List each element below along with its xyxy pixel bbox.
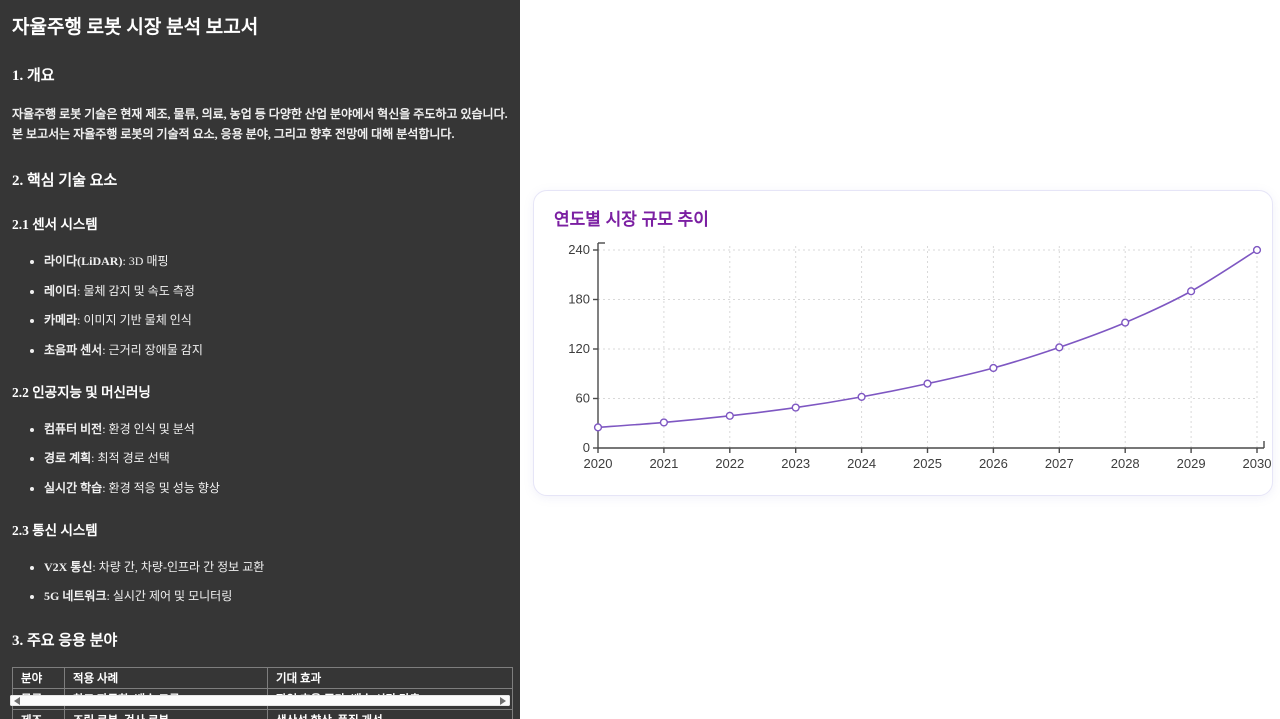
data-point-marker <box>791 403 800 412</box>
paragraph: 자율주행 로봇 기술은 현재 제조, 물류, 의료, 농업 등 다양한 산업 분… <box>12 105 508 144</box>
paragraph-line: 본 보고서는 자율주행 로봇의 기술적 요소, 응용 분야, 그리고 향후 전망… <box>12 126 455 141</box>
list-item: 5G 네트워크: 실시간 제어 및 모니터링 <box>44 587 508 604</box>
svg-text:2023: 2023 <box>781 456 810 471</box>
list-item: 실시간 학습: 환경 적응 및 성능 향상 <box>44 479 508 496</box>
svg-text:2022: 2022 <box>715 456 744 471</box>
list-item: 컴퓨터 비전: 환경 인식 및 분석 <box>44 420 508 437</box>
bullet-list: 컴퓨터 비전: 환경 인식 및 분석경로 계획: 최적 경로 선택실시간 학습:… <box>12 420 508 496</box>
paragraph-line: 자율주행 로봇 기술은 현재 제조, 물류, 의료, 농업 등 다양한 산업 분… <box>12 107 508 121</box>
data-point-marker <box>659 418 668 427</box>
table-row: 제조조립 로봇, 검사 로봇생산성 향상, 품질 개선 <box>12 709 513 719</box>
table-header-cell: 적용 사례 <box>64 667 268 689</box>
section-heading: 2. 핵심 기술 요소 <box>12 173 118 189</box>
list-item: 라이다(LiDAR): 3D 매핑 <box>44 252 508 269</box>
svg-text:0: 0 <box>583 440 590 455</box>
chart-card: 연도별 시장 규모 추이 0 60 120 180 240 2020 2021 2022 202… <box>533 190 1273 496</box>
table-cell: 생산성 향상, 품질 개선 <box>267 709 513 719</box>
svg-text:2025: 2025 <box>913 456 942 471</box>
right-arrow-icon <box>500 696 506 705</box>
svg-text:2024: 2024 <box>847 456 876 471</box>
svg-text:240: 240 <box>568 242 590 257</box>
section-heading: 2.1 센서 시스템 <box>12 217 98 232</box>
list-item: 경로 계획: 최적 경로 선택 <box>44 449 508 466</box>
svg-text:120: 120 <box>568 341 590 356</box>
data-point-marker <box>593 423 603 432</box>
list-item: 레이더: 물체 감지 및 속도 측정 <box>44 282 508 299</box>
report-title: 자율주행 로봇 시장 분석 보고서 <box>12 17 259 38</box>
svg-text:2020: 2020 <box>584 456 613 471</box>
section-heading: 3. 주요 응용 분야 <box>12 633 118 649</box>
bullet-list: 라이다(LiDAR): 3D 매핑레이더: 물체 감지 및 속도 측정카메라: … <box>12 252 508 358</box>
data-point-marker <box>923 379 932 388</box>
svg-text:180: 180 <box>568 292 590 307</box>
application-table: 분야적용 사례기대 효과물류창고 자동화, 배송 드론작업 효율 증가, 배송 … <box>12 667 513 719</box>
svg-text:60: 60 <box>576 391 590 406</box>
report-panel: 자율주행 로봇 시장 분석 보고서 1. 개요자율주행 로봇 기술은 현재 제조… <box>0 0 520 719</box>
scroll-left-button[interactable] <box>10 695 24 706</box>
svg-text:2029: 2029 <box>1177 456 1206 471</box>
svg-text:2027: 2027 <box>1045 456 1074 471</box>
list-item: 초음파 센서: 근거리 장애물 감지 <box>44 341 508 358</box>
data-point-marker <box>1055 343 1064 352</box>
data-point-marker <box>857 392 866 401</box>
table-cell: 제조 <box>12 709 65 719</box>
svg-text:2030: 2030 <box>1243 456 1272 471</box>
section-heading: 2.3 통신 시스템 <box>12 522 98 538</box>
left-arrow-icon <box>14 696 20 705</box>
list-item: 카메라: 이미지 기반 물체 인식 <box>44 311 508 328</box>
section-heading: 1. 개요 <box>12 68 55 84</box>
data-point-marker <box>725 411 734 420</box>
data-point-marker <box>1186 287 1196 296</box>
table-header-cell: 분야 <box>12 667 65 689</box>
list-item: V2X 통신: 차량 간, 차량-인프라 간 정보 교환 <box>44 558 508 575</box>
chart-panel: 연도별 시장 규모 추이 0 60 120 180 240 2020 2021 2022 202… <box>520 0 1280 719</box>
data-point-marker <box>1121 318 1130 327</box>
horizontal-scrollbar[interactable] <box>10 695 510 706</box>
svg-text:2021: 2021 <box>649 456 678 471</box>
data-point-marker <box>989 363 998 373</box>
section-heading: 2.2 인공지능 및 머신러닝 <box>12 384 151 400</box>
chart-title: 연도별 시장 규모 추이 <box>554 210 709 229</box>
table-header-row: 분야 적용 사례 기대 효과 <box>12 667 513 689</box>
table-header-cell: 기대 효과 <box>267 667 513 689</box>
report-body: 1. 개요자율주행 로봇 기술은 현재 제조, 물류, 의료, 농업 등 다양한… <box>12 64 513 719</box>
market-size-line-chart: 0 60 120 180 240 2020 2021 2022 2023 2024 2025 2026… <box>568 242 1272 471</box>
data-point-marker <box>1252 245 1262 255</box>
scroll-right-button[interactable] <box>496 695 510 706</box>
bullet-list: V2X 통신: 차량 간, 차량-인프라 간 정보 교환 5G 네트워크: 실시간… <box>12 558 508 605</box>
svg-text:2028: 2028 <box>1111 456 1140 471</box>
svg-text:2026: 2026 <box>979 456 1008 471</box>
table-cell: 조립 로봇, 검사 로봇 <box>64 709 268 719</box>
